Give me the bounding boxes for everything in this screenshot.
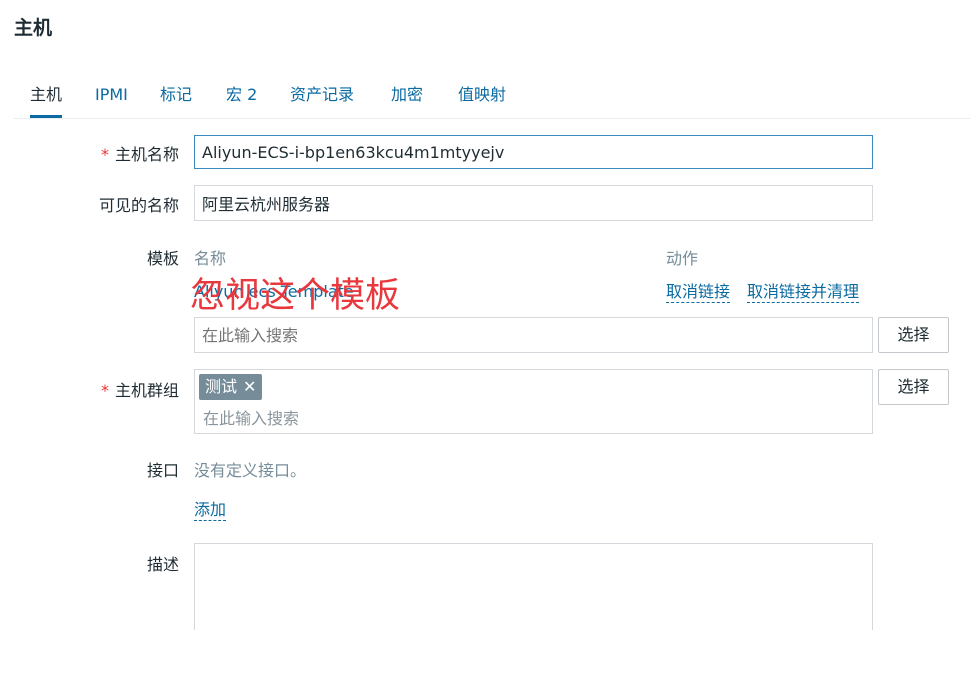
template-search-input[interactable] [194,317,873,353]
unlink-link[interactable]: 取消链接 [666,282,731,303]
host-groups-search-placeholder[interactable]: 在此输入搜索 [203,405,299,429]
unlink-and-clear-link[interactable]: 取消链接并清理 [747,282,860,303]
template-select-button[interactable]: 选择 [878,317,949,353]
host-groups-label: * 主机群组 [100,381,179,400]
tab-tags[interactable]: 标记 [160,82,192,116]
tab-bar: 主机 IPMI 标记 宏 2 资产记录 加密 值映射 [14,82,970,119]
ignore-template-annotation: 忽视这个模板 [190,276,401,316]
add-interface-link[interactable]: 添加 [194,500,227,521]
tab-value-mapping[interactable]: 值映射 [458,82,506,116]
interfaces-label: 接口 [146,461,179,480]
visible-name-label: 可见的名称 [98,196,179,215]
host-name-input[interactable] [194,135,873,169]
no-interfaces-text: 没有定义接口。 [194,461,307,480]
host-group-tag: 测试 ✕ [199,374,263,400]
tab-inventory[interactable]: 资产记录 [290,82,354,116]
description-label: 描述 [146,555,179,574]
remove-tag-icon[interactable]: ✕ [243,377,256,396]
visible-name-input[interactable] [194,185,873,221]
tab-ipmi[interactable]: IPMI [95,82,128,116]
host-groups-select-button[interactable]: 选择 [878,369,949,405]
template-action-column-header: 动作 [666,249,699,268]
host-name-label: * 主机名称 [100,145,179,164]
templates-label: 模板 [146,249,179,268]
required-marker: * [100,381,109,400]
tab-host[interactable]: 主机 [30,82,63,118]
description-textarea[interactable] [194,543,873,630]
template-name-column-header: 名称 [194,249,227,268]
tab-encryption[interactable]: 加密 [391,82,423,116]
required-marker: * [100,145,109,164]
host-groups-multiselect[interactable]: 测试 ✕ 在此输入搜索 [194,369,873,434]
page-title: 主机 [14,17,53,39]
tab-macros[interactable]: 宏 2 [226,82,257,116]
